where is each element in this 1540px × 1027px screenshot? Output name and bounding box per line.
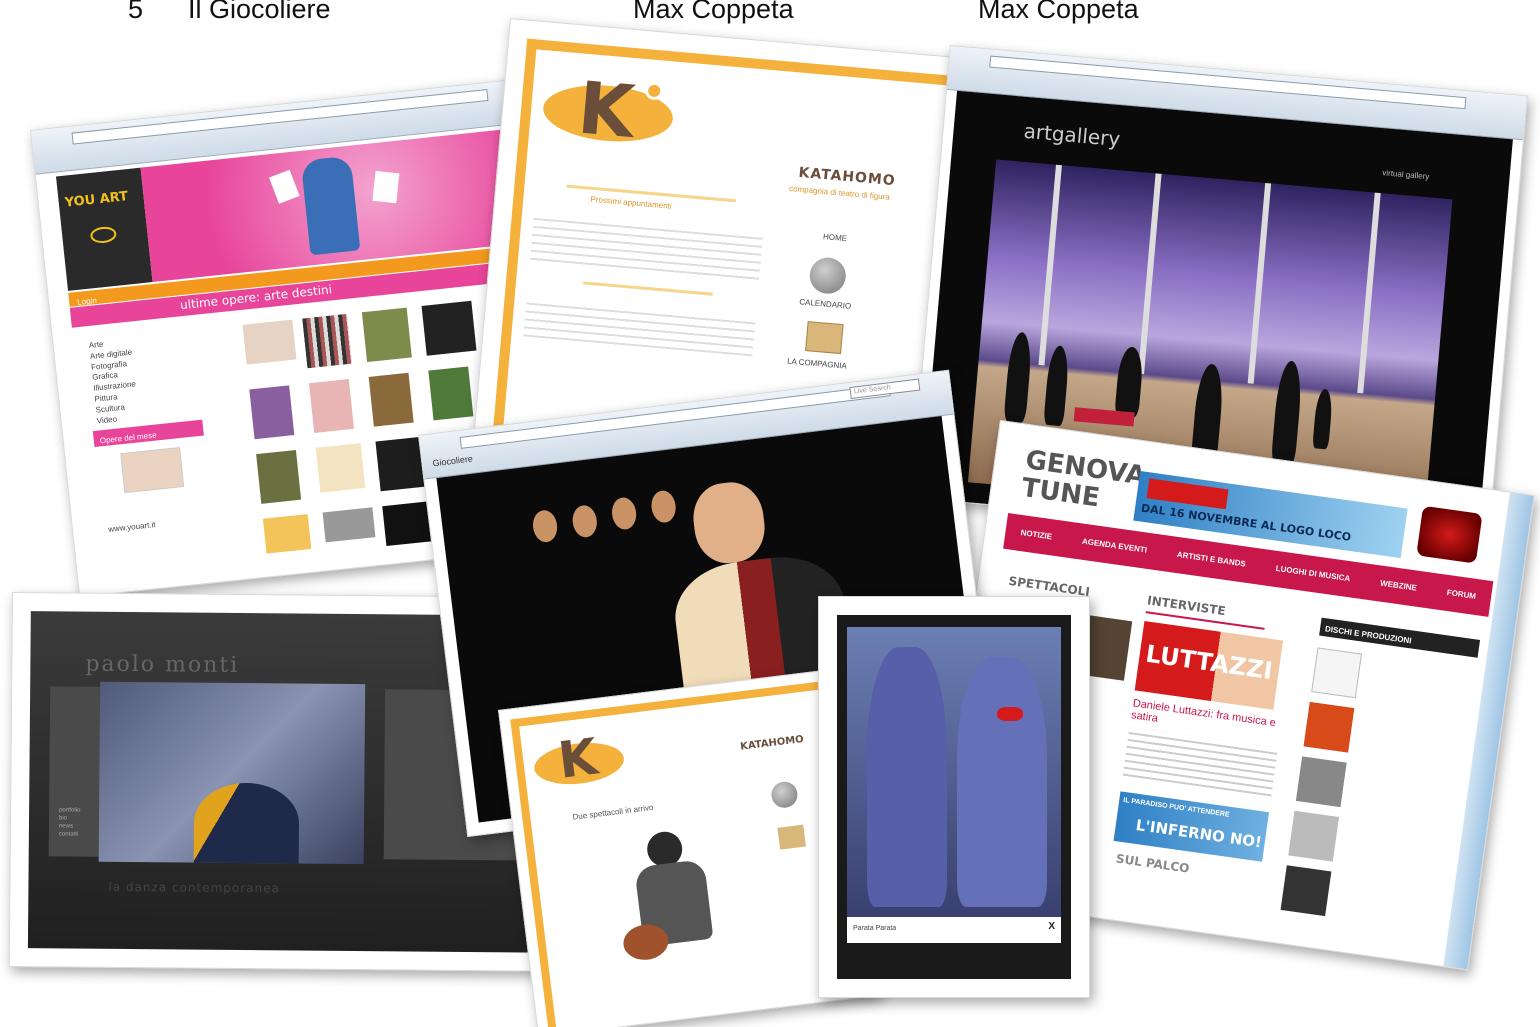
katahomo-logo: K xyxy=(540,62,686,154)
visitor-silhouette xyxy=(1003,331,1034,424)
artwork-thumbnail[interactable] xyxy=(308,379,355,433)
photo-lightbox: Parata Parata X xyxy=(818,596,1090,998)
album-cover[interactable] xyxy=(1295,756,1347,808)
genova-side-strip xyxy=(1443,492,1534,970)
paper-sheet xyxy=(372,170,400,204)
visitor-silhouette xyxy=(1312,388,1334,450)
visitor-silhouette xyxy=(1043,344,1071,427)
album-cover[interactable] xyxy=(1288,810,1340,862)
youart-sidebar: Arte Arte digitale Fotografia Grafica Il… xyxy=(88,335,157,427)
nav-artists[interactable]: ARTISTI E BANDS xyxy=(1176,550,1246,570)
section-stage: SUL PALCO xyxy=(1115,851,1191,876)
artwork-thumbnail[interactable] xyxy=(262,514,312,554)
nav-news[interactable]: NOTIZIE xyxy=(1020,528,1053,543)
close-icon[interactable]: X xyxy=(1048,921,1055,932)
artwork-thumbnail[interactable] xyxy=(382,501,432,547)
inferno-promo[interactable]: IL PARADISO PUO' ATTENDERE L'INFERNO NO! xyxy=(1113,791,1270,862)
nav-forum[interactable]: FORUM xyxy=(1446,588,1476,603)
artwork-thumbnail[interactable] xyxy=(421,300,477,356)
header-col3: Max Coppeta xyxy=(978,0,1139,24)
portfolio-caption: la danza contemporanea xyxy=(108,879,280,896)
rocky-horror-logo xyxy=(1416,505,1483,564)
section-discography: DISCHI E PRODUZIONI xyxy=(1324,624,1413,646)
performer-face xyxy=(531,508,559,544)
artwork-thumbnail[interactable] xyxy=(249,385,295,440)
box-icon[interactable] xyxy=(777,824,806,850)
main-performer xyxy=(689,478,769,567)
visitor-silhouette xyxy=(1114,345,1145,418)
artwork-thumbnail[interactable] xyxy=(302,313,353,369)
artwork-thumbnail[interactable] xyxy=(256,449,302,504)
browser-tab[interactable]: Giocoliere xyxy=(432,454,473,469)
menu-portfolio[interactable]: portfolio xyxy=(59,806,80,814)
gallery-column xyxy=(1247,182,1272,384)
juggler-figure xyxy=(300,155,361,256)
album-cover[interactable] xyxy=(1280,865,1332,917)
artwork-thumbnail[interactable] xyxy=(315,443,366,493)
youart-footer-link[interactable]: www.youart.it xyxy=(108,520,156,536)
header-col1: Il Giocoliere xyxy=(188,0,331,24)
interview-image[interactable]: LUTTAZZI xyxy=(1134,621,1284,710)
eye-icon xyxy=(89,225,118,245)
youart-logo: YOU ART xyxy=(64,189,129,211)
nav-webzine[interactable]: WEBZINE xyxy=(1379,578,1418,594)
katahomo-menu-home[interactable]: HOME xyxy=(823,232,848,245)
nav-events[interactable]: AGENDA EVENTI xyxy=(1081,536,1148,556)
caption-bar: Parata Parata X xyxy=(847,917,1061,943)
promo-label: Opere del mese xyxy=(99,430,157,446)
parade-figure xyxy=(957,657,1047,907)
artgallery-logo: artgallery xyxy=(1022,118,1122,152)
youart-logo-panel: YOU ART xyxy=(56,167,153,291)
gallery-column xyxy=(1357,192,1381,394)
musician-figure xyxy=(610,825,736,977)
interview-banner-text: LUTTAZZI xyxy=(1143,639,1275,686)
artwork-thumbnail[interactable] xyxy=(242,319,297,365)
menu-news[interactable]: news xyxy=(59,823,80,831)
artwork-thumbnail[interactable] xyxy=(322,507,376,543)
parade-photo xyxy=(847,627,1061,917)
dancer-figure xyxy=(193,782,300,864)
red-bowtie xyxy=(997,707,1023,721)
header-col2: Max Coppeta xyxy=(633,0,794,24)
gallery-column xyxy=(1138,173,1162,375)
box-icon[interactable] xyxy=(805,321,844,355)
visitor-silhouette xyxy=(1270,359,1304,467)
album-cover[interactable] xyxy=(1311,647,1363,699)
artwork-thumbnail[interactable] xyxy=(375,436,426,492)
performer-face xyxy=(649,489,678,524)
artwork-thumbnail[interactable] xyxy=(428,366,474,421)
album-cover[interactable] xyxy=(1303,701,1355,753)
lightbox-inner: Parata Parata X xyxy=(837,615,1071,979)
photo-caption: Parata Parata xyxy=(853,925,897,932)
paper-sheet xyxy=(269,169,300,204)
katahomo2-logo: K xyxy=(530,723,637,795)
gallery-column xyxy=(1038,164,1062,366)
artgallery-tagline: virtual gallery xyxy=(1381,168,1430,182)
nav-venues[interactable]: LUOGHI DI MUSICA xyxy=(1275,563,1351,584)
menu-contacts[interactable]: contatti xyxy=(59,831,80,839)
performer-face xyxy=(610,496,638,531)
portfolio-title: paolo monti xyxy=(85,651,240,678)
parade-figure xyxy=(867,647,947,907)
artwork-thumbnail[interactable] xyxy=(368,372,414,427)
promo-thumbnail[interactable] xyxy=(120,447,185,494)
portfolio-menu: portfolio bio news contatti xyxy=(59,806,81,839)
performer-face xyxy=(570,503,599,539)
menu-bio[interactable]: bio xyxy=(59,815,80,823)
promo-line2: L'INFERNO NO! xyxy=(1134,815,1264,852)
header-number: 5 xyxy=(128,0,144,24)
dancer-photo[interactable] xyxy=(98,681,366,865)
artwork-thumbnail[interactable] xyxy=(361,307,412,363)
